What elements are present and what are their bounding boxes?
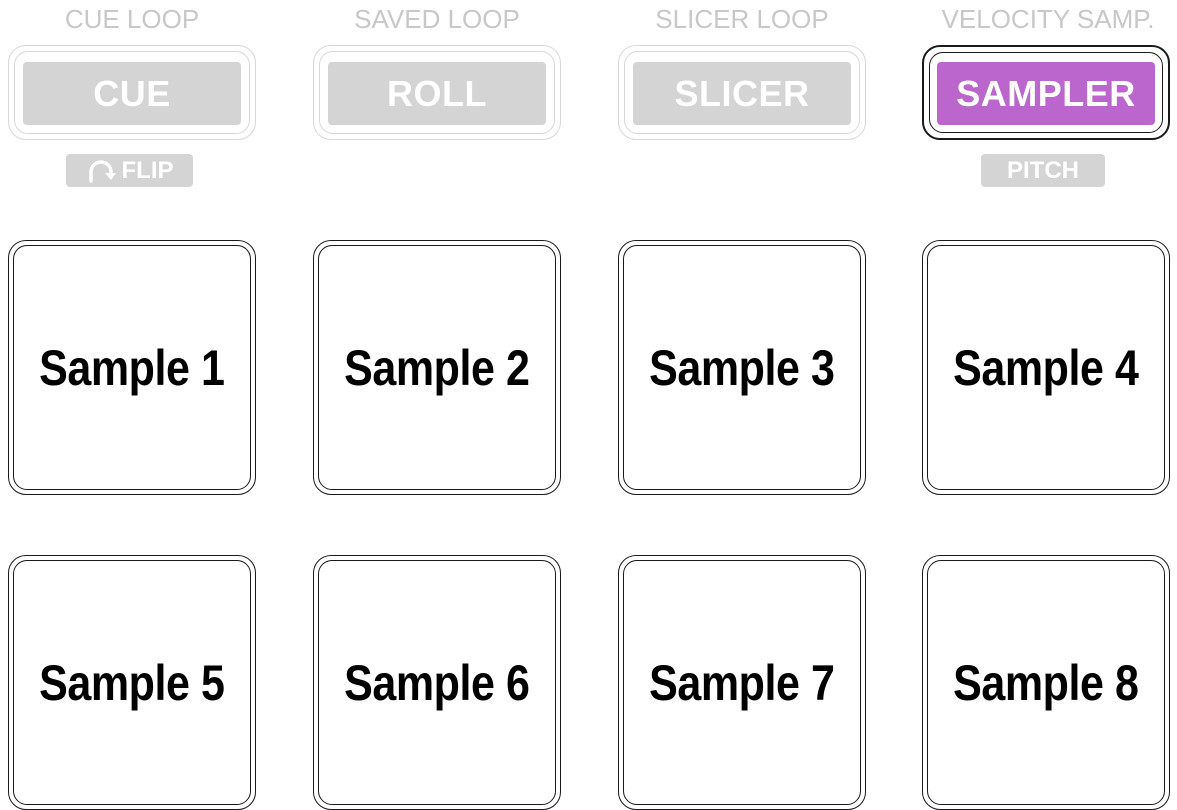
pad-sample-2[interactable]: Sample 2 (313, 240, 561, 495)
pad-sample-4[interactable]: Sample 4 (922, 240, 1170, 495)
shift-label-slicer-loop: SLICER LOOP (655, 4, 829, 34)
pitch-badge[interactable]: PITCH (981, 154, 1105, 187)
sampler-mode-button[interactable]: SAMPLER (922, 45, 1170, 140)
pad-inner-2: Sample 2 (318, 245, 556, 490)
pad-inner-5: Sample 5 (13, 560, 251, 805)
pad-label: Sample 6 (344, 654, 530, 711)
pad-label: Sample 8 (953, 654, 1139, 711)
slicer-mode-label: SLICER (633, 62, 851, 125)
roll-mode-label: ROLL (328, 62, 546, 125)
pad-sample-3[interactable]: Sample 3 (618, 240, 866, 495)
pad-inner-4: Sample 4 (927, 245, 1165, 490)
shift-label-cue-loop: CUE LOOP (64, 4, 200, 34)
pad-sample-7[interactable]: Sample 7 (618, 555, 866, 810)
shift-label-saved-loop: SAVED LOOP (354, 4, 520, 34)
cue-mode-button[interactable]: CUE (8, 45, 256, 140)
pad-label: Sample 7 (649, 654, 835, 711)
pad-inner-6: Sample 6 (318, 560, 556, 805)
roll-mode-button[interactable]: ROLL (313, 45, 561, 140)
pad-sample-8[interactable]: Sample 8 (922, 555, 1170, 810)
loop-arrow-icon (86, 159, 116, 183)
pad-sample-5[interactable]: Sample 5 (8, 555, 256, 810)
slicer-mode-button[interactable]: SLICER (618, 45, 866, 140)
pad-label: Sample 1 (39, 339, 225, 396)
pad-sample-6[interactable]: Sample 6 (313, 555, 561, 810)
sampler-mode-label: SAMPLER (937, 62, 1155, 125)
pad-inner-8: Sample 8 (927, 560, 1165, 805)
cue-mode-label: CUE (23, 62, 241, 125)
pad-label: Sample 4 (953, 339, 1139, 396)
pad-label: Sample 3 (649, 339, 835, 396)
shift-label-velocity-samp: VELOCITY SAMP. (941, 4, 1155, 34)
pad-sample-1[interactable]: Sample 1 (8, 240, 256, 495)
pad-label: Sample 2 (344, 339, 530, 396)
pitch-badge-label: PITCH (1007, 156, 1079, 184)
pad-label: Sample 5 (39, 654, 225, 711)
flip-badge[interactable]: FLIP (66, 154, 193, 187)
flip-badge-label: FLIP (121, 156, 174, 184)
pad-inner-7: Sample 7 (623, 560, 861, 805)
pad-inner-1: Sample 1 (13, 245, 251, 490)
pad-inner-3: Sample 3 (623, 245, 861, 490)
